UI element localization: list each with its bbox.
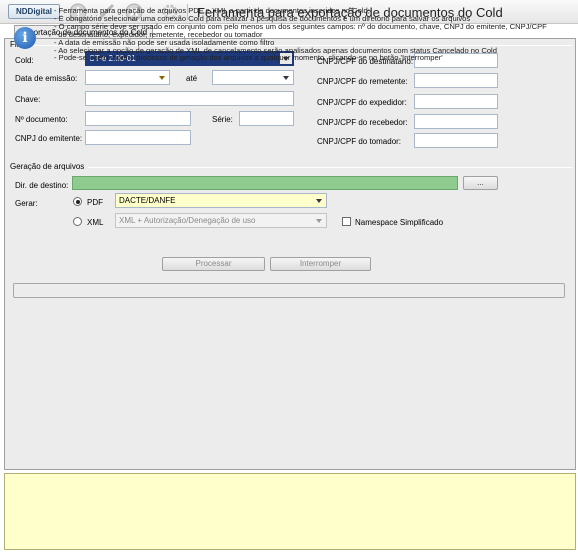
pdf-radio[interactable] [73,197,82,206]
chave-label: Chave: [15,95,41,104]
pdf-format-select[interactable]: DACTE/DANFE [115,193,327,208]
serie-input[interactable] [239,111,294,126]
data-emissao-end-picker[interactable] [212,70,294,85]
data-emissao-start-picker[interactable] [85,70,170,85]
chevron-down-icon[interactable] [156,72,168,83]
progress-bar [13,283,565,298]
chevron-down-icon[interactable] [313,195,325,206]
cold-label: Cold: [15,56,34,65]
info-line: - É obrigatório selecionar uma conexão C… [54,14,471,23]
info-line: - Ao selecionar a opção de geração de XM… [54,46,497,55]
chevron-down-icon[interactable] [313,215,325,226]
dir-destino-label: Dir. de destino: [15,181,69,190]
info-panel [4,473,576,550]
info-line: - O campo série deve ser usado em conjun… [54,22,547,31]
num-documento-label: Nº documento: [15,115,68,124]
processar-button[interactable]: Processar [162,257,265,271]
namespace-checkbox[interactable] [342,217,351,226]
cnpj-tomador-label: CNPJ/CPF do tomador: [317,137,402,146]
geracao-divider [88,167,572,168]
cnpj-remetente-input[interactable] [414,73,498,88]
info-line: - Ferramenta para geração de arquivos PD… [54,7,370,15]
xml-radio-label: XML [87,218,104,227]
browse-button[interactable]: ... [463,176,498,190]
nddigital-logo: NDDigital [8,4,60,19]
xml-format-select[interactable]: XML + Autorização/Denegação de uso [115,213,327,228]
interromper-button[interactable]: Interromper [270,257,371,271]
cnpj-expedidor-input[interactable] [414,94,498,109]
pdf-format-value: DACTE/DANFE [119,196,176,205]
pdf-radio-label: PDF [87,198,103,207]
cnpj-remetente-label: CNPJ/CPF do remetente: [317,77,408,86]
xml-radio[interactable] [73,217,82,226]
ate-label: até [186,74,198,83]
cnpj-tomador-input[interactable] [414,133,498,148]
cnpj-emitente-label: CNPJ do emitente: [15,134,83,143]
chevron-down-icon[interactable] [280,72,292,83]
gerar-label: Gerar: [15,199,38,208]
geracao-group-title: Geração de arquivos [10,162,85,171]
dir-destino-field[interactable] [72,176,458,190]
num-documento-input[interactable] [85,111,191,126]
data-emissao-label: Data de emissão: [15,74,78,83]
cnpj-recebedor-input[interactable] [414,114,498,129]
cnpj-expedidor-label: CNPJ/CPF do expedidor: [317,98,407,107]
info-line: - A data de emissão não pode ser usada i… [54,38,275,47]
serie-label: Série: [212,115,233,124]
info-line: do destinatário, expedidor, remetente, r… [54,30,263,39]
cnpj-emitente-input[interactable] [85,130,191,145]
cnpj-recebedor-label: CNPJ/CPF do recebedor: [317,118,408,127]
xml-format-value: XML + Autorização/Denegação de uso [119,216,256,225]
info-icon: i [14,27,36,49]
namespace-label: Namespace Simplificado [355,218,444,227]
info-line: - Pode-se interromper o processo de gera… [54,54,443,63]
info-text: - Ferramenta para geração de arquivos PD… [54,7,568,62]
chave-input[interactable] [85,91,294,106]
